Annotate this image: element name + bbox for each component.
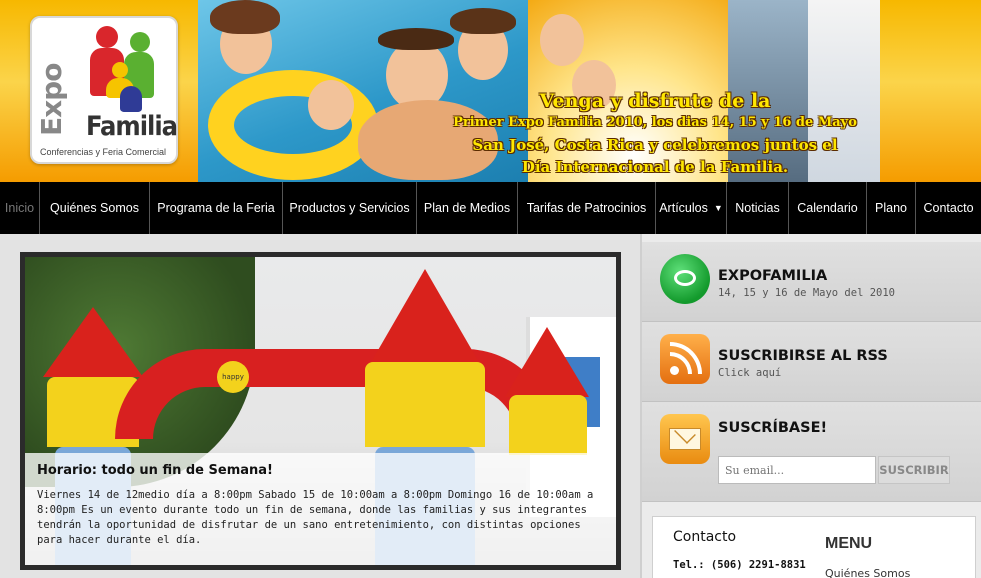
woman-hair	[210, 0, 280, 34]
email-field[interactable]	[718, 456, 876, 484]
expofamilia-dates: 14, 15 y 16 de Mayo del 2010	[718, 287, 896, 299]
contact-menu-box: Contacto Tel.: (506) 2291-8831 MENU Quié…	[652, 516, 976, 578]
nav-item-productos[interactable]: Productos y Servicios	[283, 182, 417, 234]
nav-item-tarifas[interactable]: Tarifas de Patrocinios	[518, 182, 656, 234]
logo-figure-red-head	[96, 26, 118, 48]
expofamilia-block[interactable]: EXPOFAMILIA 14, 15 y 16 de Mayo del 2010	[642, 242, 981, 322]
caret-down-icon: ▼	[713, 203, 723, 213]
subscribe-title: SUSCRÍBASE!	[718, 420, 828, 436]
contact-title: Contacto	[673, 529, 737, 545]
feature-slider[interactable]: happy Horario: todo un fin de Semana! Vi…	[20, 252, 621, 570]
nav-item-plano[interactable]: Plano	[867, 182, 916, 234]
menu-item-quienes-somos[interactable]: Quiénes Somos	[825, 567, 910, 578]
float-ring	[208, 70, 378, 180]
expo-familia-logo[interactable]: Expo Familia Conferencias y Feria Comerc…	[30, 16, 178, 164]
logo-expo-text: Expo	[35, 63, 68, 136]
banner-line-3: San José, Costa Rica y celebremos juntos…	[472, 136, 838, 154]
nav-item-articulos[interactable]: Artículos ▼	[656, 182, 727, 234]
menu-title: MENU	[825, 535, 873, 552]
logo-figure-green-head	[130, 32, 150, 52]
kid-face	[540, 14, 584, 66]
sidebar: EXPOFAMILIA 14, 15 y 16 de Mayo del 2010…	[640, 234, 981, 578]
rss-icon	[660, 334, 710, 384]
child-face	[308, 80, 354, 130]
nav-item-articulos-label: Artículos	[659, 201, 708, 215]
castle-arch	[115, 349, 555, 439]
woman2-hair	[450, 8, 516, 34]
logo-figure-blue	[120, 86, 142, 112]
happy-balloon: happy	[217, 361, 249, 393]
logo-familia-text: Familia	[86, 111, 178, 142]
feature-title[interactable]: Horario: todo un fin de Semana!	[37, 463, 604, 478]
banner-line-1: Venga y disfrute de la	[539, 90, 771, 112]
nav-item-plan-medios[interactable]: Plan de Medios	[417, 182, 518, 234]
expofamilia-title: EXPOFAMILIA	[718, 268, 828, 284]
banner-line-4: Día Internacional de la Familia.	[521, 158, 789, 176]
banner-announcement: Venga y disfrute de la Primer Expo Famil…	[420, 90, 890, 178]
envelope-icon	[660, 414, 710, 464]
subscribe-block: SUSCRÍBASE!	[642, 402, 981, 502]
castle-tower-right	[509, 395, 587, 455]
castle-tower-cone-left	[43, 307, 143, 377]
castle-tower-cone-center	[370, 269, 480, 364]
banner-line-2: Primer Expo Familia 2010, los dias 14, 1…	[453, 115, 857, 130]
site-header: Expo Familia Conferencias y Feria Comerc…	[0, 0, 981, 182]
bouncy-castle-photo[interactable]: happy Horario: todo un fin de Semana! Vi…	[25, 257, 616, 565]
contact-phone: Tel.: (506) 2291-8831	[673, 559, 806, 571]
nav-item-contacto[interactable]: Contacto	[916, 182, 981, 234]
rss-block[interactable]: SUSCRIBIRSE AL RSS Click aquí	[642, 322, 981, 402]
castle-tower-center	[365, 362, 485, 447]
nav-item-quienes-somos[interactable]: Quiénes Somos	[40, 182, 150, 234]
rss-title[interactable]: SUSCRIBIRSE AL RSS	[718, 348, 888, 364]
logo-tagline: Conferencias y Feria Comercial	[40, 147, 167, 157]
feature-caption: Horario: todo un fin de Semana! Viernes …	[25, 453, 616, 565]
logo-figure-yellow-head	[112, 62, 128, 78]
nav-item-inicio[interactable]: Inicio	[0, 182, 40, 234]
man-hair	[378, 28, 454, 50]
castle-tower-cone-right	[505, 327, 589, 397]
main-navigation: Inicio Quiénes Somos Programa de la Feri…	[0, 182, 981, 234]
nav-item-noticias[interactable]: Noticias	[727, 182, 789, 234]
nav-item-calendario[interactable]: Calendario	[789, 182, 867, 234]
main-content: happy Horario: todo un fin de Semana! Vi…	[0, 234, 640, 578]
subscribe-button[interactable]: SUSCRIBIR	[878, 456, 950, 484]
feature-description: Viernes 14 de 12medio día a 8:00pm Sabad…	[37, 489, 594, 546]
rss-click-link[interactable]: Click aquí	[718, 367, 781, 379]
nav-item-programa[interactable]: Programa de la Feria	[150, 182, 283, 234]
chat-bubble-icon	[660, 254, 710, 304]
